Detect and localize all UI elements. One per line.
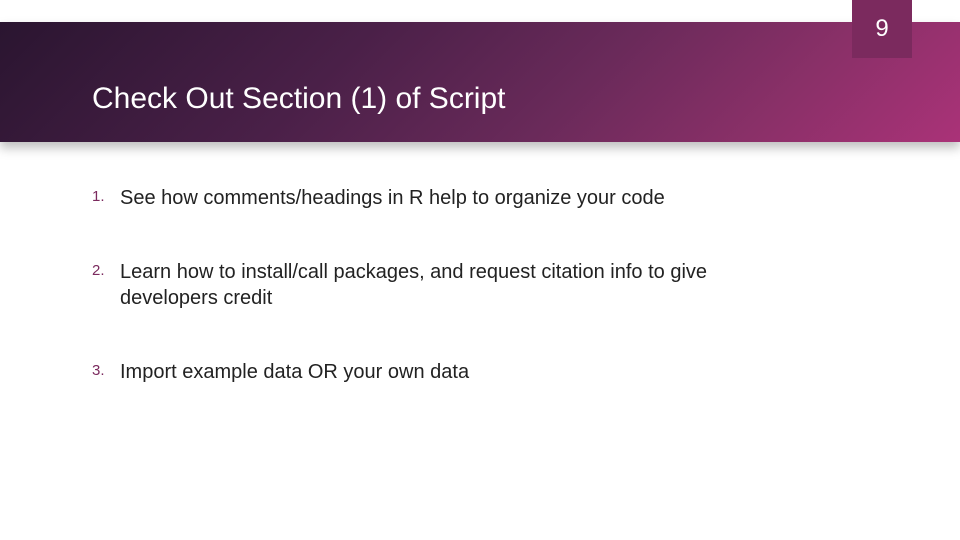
- list-number: 1.: [92, 185, 120, 205]
- list-text: Import example data OR your own data: [120, 359, 792, 385]
- list-number: 3.: [92, 359, 120, 379]
- page-number: 9: [875, 15, 888, 43]
- list-text: Learn how to install/call packages, and …: [120, 259, 792, 311]
- list-text: See how comments/headings in R help to o…: [120, 185, 792, 211]
- list-item: 2. Learn how to install/call packages, a…: [92, 259, 792, 311]
- page-number-badge: 9: [852, 0, 912, 58]
- slide: 9 Check Out Section (1) of Script 1. See…: [0, 0, 960, 540]
- list-number: 2.: [92, 259, 120, 279]
- list-item: 1. See how comments/headings in R help t…: [92, 185, 792, 211]
- slide-title: Check Out Section (1) of Script: [92, 82, 506, 116]
- list-item: 3. Import example data OR your own data: [92, 359, 792, 385]
- content-list: 1. See how comments/headings in R help t…: [92, 185, 792, 433]
